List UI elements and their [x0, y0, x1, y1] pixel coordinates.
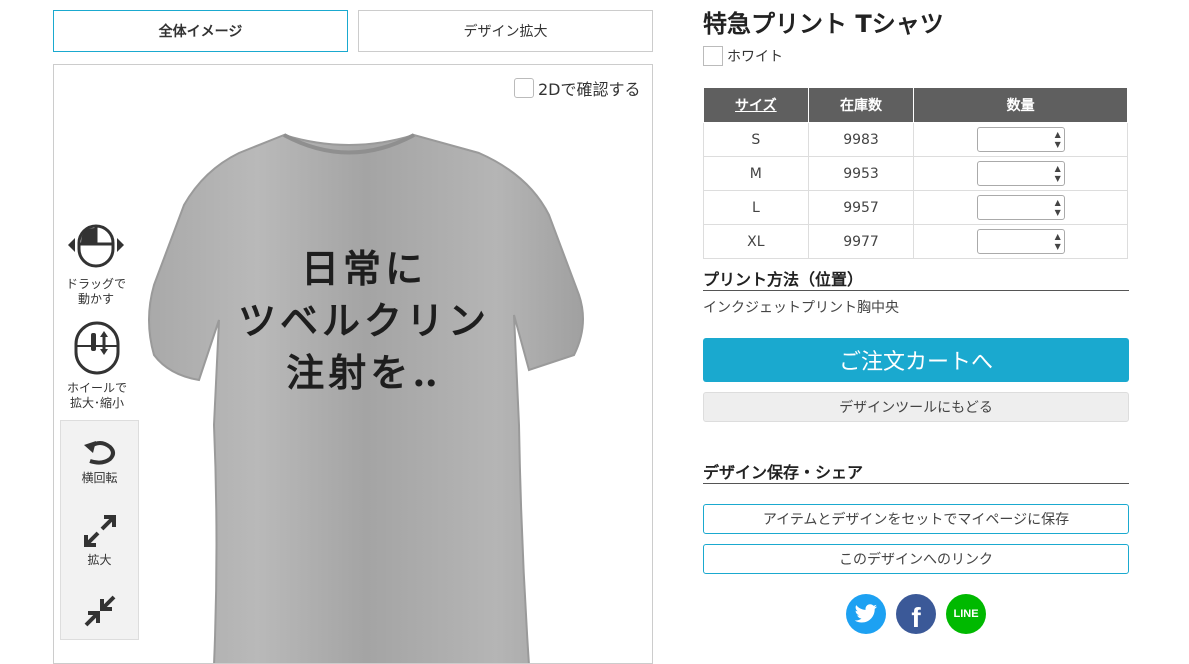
stock-table: サイズ 在庫数 数量 S 9983 ▲ ▼ M 9953 ▲ ▼ L 9957 ▲ ▼…: [703, 87, 1128, 259]
order-cart-button[interactable]: ご注文カートへ: [703, 338, 1129, 382]
shirt-print-text: 日常に ツベルクリン 注射を‥: [234, 243, 494, 399]
tab-design-zoom[interactable]: デザイン拡大: [358, 10, 653, 52]
mouse-wheel-icon: [74, 321, 120, 375]
back-to-design-tool-label: デザインツールにもどる: [839, 400, 993, 416]
shrink-icon: [84, 595, 115, 627]
tab-overview-label: 全体イメージ: [158, 24, 243, 40]
tab-design-zoom-label: デザイン拡大: [463, 24, 548, 40]
color-swatch-white[interactable]: [703, 46, 723, 66]
table-row: M 9953 ▲ ▼: [703, 156, 1128, 191]
check-2d[interactable]: 2Dで確認する: [514, 76, 641, 100]
color-label: ホワイト: [727, 49, 783, 65]
quantity-stepper-m[interactable]: ▲ ▼: [976, 161, 1065, 186]
design-link-button[interactable]: このデザインへのリンク: [703, 544, 1129, 574]
save-to-mypage-button[interactable]: アイテムとデザインをセットでマイページに保存: [703, 504, 1129, 534]
divider: [703, 290, 1129, 291]
zoom-out-button[interactable]: [61, 593, 138, 633]
shirt-print-line-2: ツベルクリン: [237, 298, 490, 343]
drag-hint: ドラッグで 動かす: [64, 223, 128, 307]
tshirt-3d-viewer[interactable]: 2Dで確認する 日常に ツベルクリン 注射を‥ ドラッグで 動かす ホイールで …: [53, 64, 653, 664]
drag-hint-label-1: ドラッグで: [65, 277, 126, 291]
stepper-arrows-icon[interactable]: ▲ ▼: [1052, 128, 1064, 151]
size-cell: S: [703, 122, 809, 157]
tab-overview[interactable]: 全体イメージ: [53, 10, 348, 52]
wheel-hint-label-2: 拡大･縮小: [69, 396, 124, 410]
expand-icon: [83, 515, 116, 547]
divider: [703, 483, 1129, 484]
stock-cell: 9977: [807, 224, 915, 259]
print-method-heading: プリント方法（位置）: [703, 270, 864, 289]
check-2d-box[interactable]: [514, 78, 534, 98]
size-cell: L: [703, 190, 809, 225]
stepper-arrows-icon[interactable]: ▲ ▼: [1052, 196, 1064, 219]
product-title: 特急プリント Tシャツ: [703, 10, 944, 38]
stock-cell: 9953: [807, 156, 915, 191]
header-size[interactable]: サイズ: [703, 87, 809, 123]
quantity-stepper-l[interactable]: ▲ ▼: [976, 195, 1065, 220]
line-share-button[interactable]: LINE: [946, 594, 986, 634]
facebook-share-button[interactable]: f: [896, 594, 936, 634]
header-qty: 数量: [913, 87, 1128, 123]
table-row: S 9983 ▲ ▼: [703, 122, 1128, 157]
print-method-value: インクジェットプリント胸中央: [703, 300, 899, 316]
header-stock: 在庫数: [807, 87, 915, 123]
stepper-arrows-icon[interactable]: ▲ ▼: [1052, 162, 1064, 185]
table-row: XL 9977 ▲ ▼: [703, 224, 1128, 259]
twitter-icon: [854, 604, 877, 623]
rotate-label: 横回転: [81, 471, 118, 485]
back-to-design-tool-button[interactable]: デザインツールにもどる: [703, 392, 1129, 422]
order-cart-label: ご注文カートへ: [838, 350, 993, 375]
rotate-button[interactable]: 横回転: [61, 435, 138, 486]
zoom-in-label: 拡大: [87, 553, 112, 567]
mouse-drag-icon: [68, 224, 124, 268]
stepper-arrows-icon[interactable]: ▲ ▼: [1052, 230, 1064, 253]
twitter-share-button[interactable]: [846, 594, 886, 634]
stock-cell: 9957: [807, 190, 915, 225]
design-link-label: このデザインへのリンク: [839, 552, 993, 568]
color-option[interactable]: ホワイト: [703, 46, 783, 66]
shirt-print-line-1: 日常に: [300, 246, 427, 291]
facebook-icon: f: [911, 602, 921, 633]
check-2d-label: 2Dで確認する: [538, 80, 641, 99]
size-cell: XL: [703, 224, 809, 259]
quantity-stepper-xl[interactable]: ▲ ▼: [976, 229, 1065, 254]
drag-hint-label-2: 動かす: [77, 292, 114, 306]
rotate-icon: [83, 441, 115, 465]
stock-cell: 9983: [807, 122, 915, 157]
zoom-in-button[interactable]: 拡大: [61, 513, 138, 568]
viewer-toolbox: 横回転 拡大: [60, 420, 139, 640]
wheel-hint-label-1: ホイールで: [66, 381, 127, 395]
wheel-hint: ホイールで 拡大･縮小: [62, 321, 132, 411]
shirt-print-line-3: 注射を‥: [286, 350, 442, 395]
table-row: L 9957 ▲ ▼: [703, 190, 1128, 225]
save-to-mypage-label: アイテムとデザインをセットでマイページに保存: [762, 512, 1070, 528]
size-cell: M: [703, 156, 809, 191]
line-icon: LINE: [953, 608, 979, 620]
save-share-heading: デザイン保存・シェア: [703, 463, 864, 482]
quantity-stepper-s[interactable]: ▲ ▼: [976, 127, 1065, 152]
